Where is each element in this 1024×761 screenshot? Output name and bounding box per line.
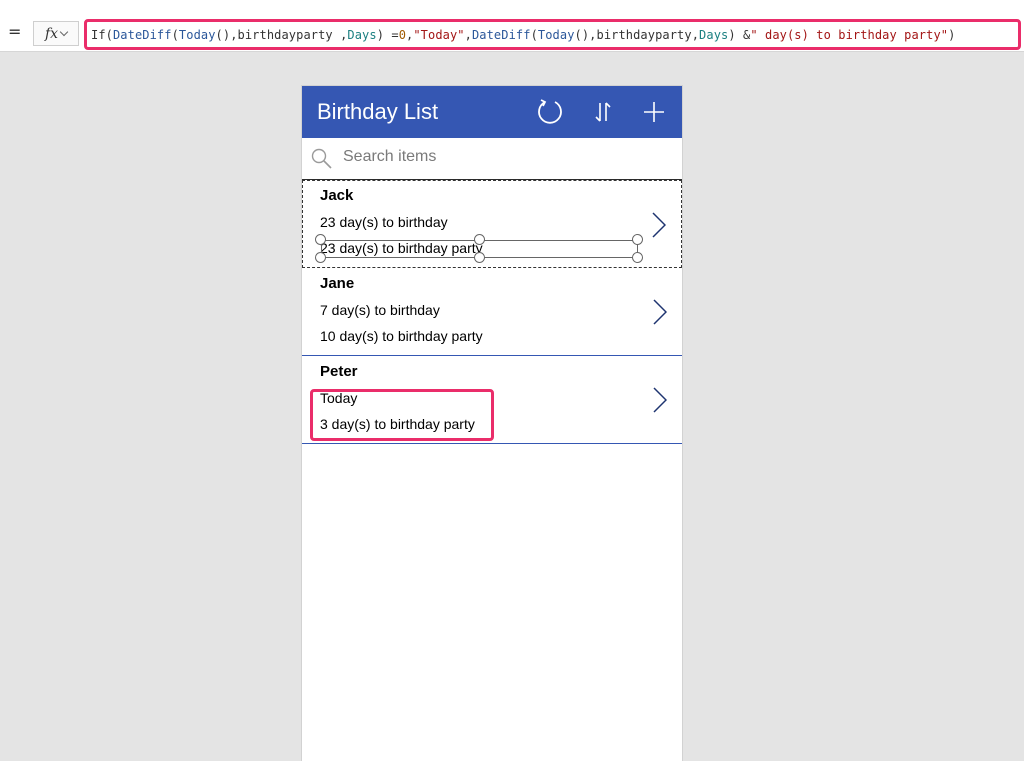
formula-token: , <box>406 27 414 42</box>
formula-token: ) & <box>728 27 751 42</box>
chevron-right-icon[interactable] <box>653 299 668 329</box>
refresh-icon[interactable] <box>534 96 566 128</box>
formula-token: ) = <box>376 27 399 42</box>
chevron-down-icon <box>59 27 69 36</box>
chevron-right-icon[interactable] <box>653 387 668 417</box>
formula-token: ) <box>948 27 956 42</box>
item-name: Peter <box>320 363 358 380</box>
formula-token: " day(s) to birthday party" <box>750 27 949 42</box>
item-name: Jack <box>320 187 354 204</box>
fx-label: fx <box>44 25 59 42</box>
birthday-gallery: Jack 23 day(s) to birthday 23 day(s) to … <box>302 180 682 444</box>
formula-token: "Today" <box>413 27 465 42</box>
search-input[interactable]: Search items <box>343 148 436 166</box>
resize-handle[interactable] <box>632 252 643 263</box>
list-item[interactable]: Peter Today 3 day(s) to birthday party <box>302 356 682 444</box>
app-screen: Birthday List Search items Jack 23 day(s… <box>302 86 682 761</box>
formula-token: Today <box>537 27 575 42</box>
list-item[interactable]: Jack 23 day(s) to birthday 23 day(s) to … <box>302 180 682 268</box>
resize-handle[interactable] <box>315 252 326 263</box>
formula-token: (),birthdayparty , <box>215 27 348 42</box>
resize-handle[interactable] <box>474 252 485 263</box>
formula-token: DateDiff <box>112 27 172 42</box>
sort-icon[interactable] <box>587 96 619 128</box>
callout-highlight <box>310 389 494 441</box>
item-party-days: 10 day(s) to birthday party <box>320 328 483 344</box>
item-birthday-days: 23 day(s) to birthday <box>320 214 448 230</box>
formula-input[interactable]: If(DateDiff(Today (),birthdayparty , Days)… <box>84 19 1021 50</box>
item-birthday-days: 7 day(s) to birthday <box>320 302 440 318</box>
formula-token: (),birthdayparty, <box>574 27 700 42</box>
formula-token: 0 <box>398 27 407 42</box>
resize-handle[interactable] <box>315 234 326 245</box>
chevron-right-icon[interactable] <box>652 212 667 242</box>
formula-bar: = fx If(DateDiff(Today (),birthdayparty ,… <box>0 0 1024 52</box>
formula-token: Today <box>178 27 216 42</box>
list-item[interactable]: Jane 7 day(s) to birthday 10 day(s) to b… <box>302 268 682 356</box>
formula-token: , <box>464 27 472 42</box>
formula-token: Days <box>699 27 729 42</box>
formula-token: Days <box>347 27 377 42</box>
search-icon <box>311 148 333 174</box>
item-name: Jane <box>320 275 355 292</box>
page-title: Birthday List <box>317 99 439 124</box>
equals-sign: = <box>8 22 22 41</box>
add-icon[interactable] <box>638 96 670 128</box>
resize-handle[interactable] <box>474 234 485 245</box>
formula-token: DateDiff <box>471 27 531 42</box>
resize-handle[interactable] <box>632 234 643 245</box>
app-header: Birthday List <box>302 86 682 138</box>
formula-token: ( <box>530 27 538 42</box>
formula-token: If( <box>91 27 113 42</box>
search-bar[interactable]: Search items <box>302 138 682 180</box>
fx-button[interactable]: fx <box>33 21 79 46</box>
formula-token: ( <box>171 27 179 42</box>
